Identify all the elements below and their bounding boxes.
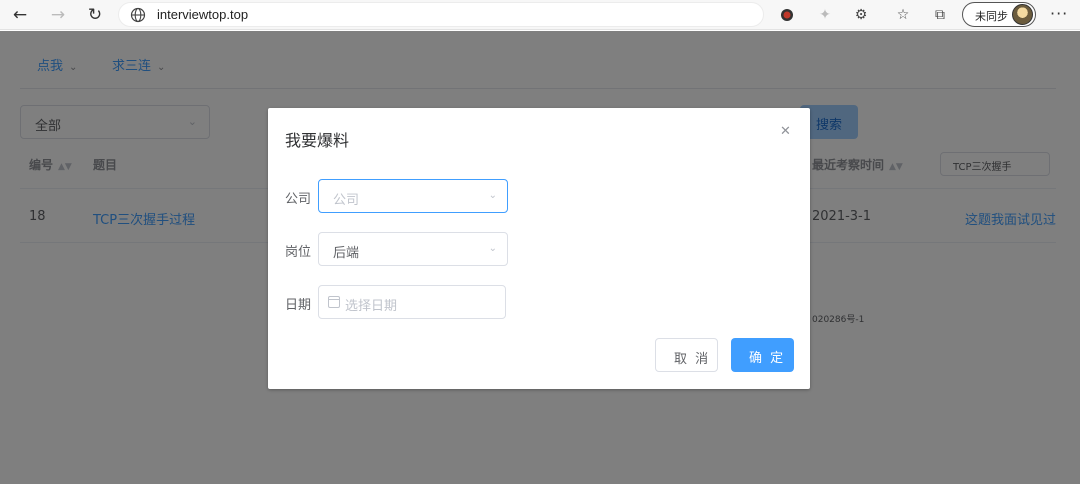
chevron-down-icon: ⌄ [488, 243, 497, 254]
address-bar[interactable]: interviewtop.top [118, 2, 764, 27]
browser-toolbar: ← → ↻ interviewtop.top ✦ ⚙ ☆ ⧉ 未同步 ··· [0, 0, 1080, 30]
date-picker[interactable]: 选择日期 [318, 285, 506, 319]
more-icon[interactable]: ··· [1050, 4, 1068, 23]
extension-icon[interactable] [777, 5, 797, 25]
confirm-button-label: 确 定 [749, 351, 786, 366]
position-select[interactable]: 后端 ⌄ [318, 232, 508, 266]
globe-icon [130, 7, 146, 23]
chevron-down-icon: ⌄ [488, 190, 497, 201]
avatar [1012, 4, 1033, 25]
sync-label: 未同步 [975, 10, 1008, 23]
company-label: 公司 [285, 192, 312, 207]
reload-icon[interactable]: ↻ [84, 4, 106, 26]
collections-icon[interactable]: ⧉ [930, 5, 950, 25]
confirm-button[interactable]: 确 定 [731, 338, 794, 372]
cancel-button-label: 取 消 [674, 352, 711, 367]
favorites-icon[interactable]: ☆ [893, 5, 913, 25]
position-label: 岗位 [285, 245, 312, 260]
read-aloud-icon[interactable]: ✦ [815, 5, 835, 25]
date-label: 日期 [285, 298, 312, 313]
forward-icon[interactable]: → [47, 4, 69, 26]
url-text: interviewtop.top [157, 7, 249, 22]
cancel-button[interactable]: 取 消 [655, 338, 718, 372]
dialog-title: 我要爆料 [285, 131, 350, 150]
back-icon[interactable]: ← [9, 4, 31, 26]
position-value: 后端 [333, 246, 360, 261]
company-placeholder: 公司 [333, 193, 360, 208]
extensions-puzzle-icon[interactable]: ⚙ [851, 5, 871, 25]
company-select[interactable]: 公司 ⌄ [318, 179, 508, 213]
calendar-icon [328, 296, 340, 308]
report-dialog: 我要爆料 ✕ 公司 公司 ⌄ 岗位 后端 ⌄ 日期 选择日期 取 消 确 定 [268, 108, 810, 389]
date-placeholder: 选择日期 [345, 299, 398, 314]
profile-sync-button[interactable]: 未同步 [962, 2, 1036, 27]
close-icon[interactable]: ✕ [780, 124, 791, 139]
